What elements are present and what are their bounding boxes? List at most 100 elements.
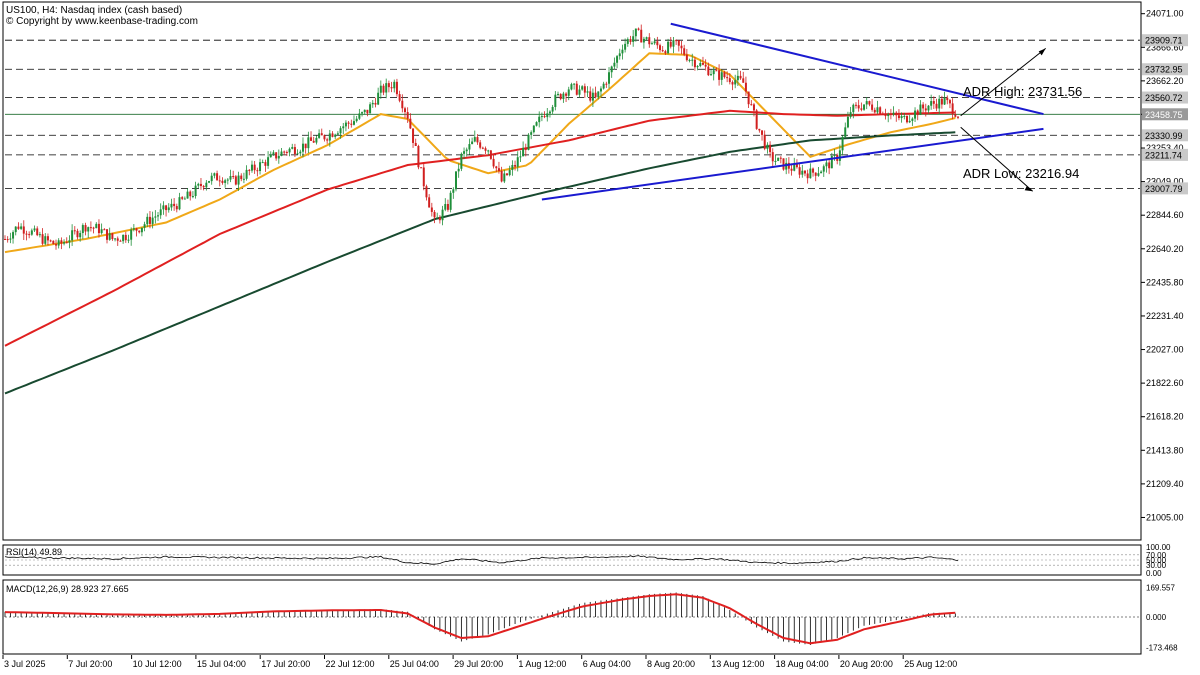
candle-body <box>591 92 594 101</box>
candle-body <box>871 104 874 110</box>
candle-body <box>758 128 761 131</box>
level-tag-label: 23732.95 <box>1145 65 1183 75</box>
candle-body <box>371 102 374 105</box>
candle-body <box>213 173 216 176</box>
candle-body <box>428 197 431 208</box>
candle-body <box>618 53 621 57</box>
candle-body <box>650 43 653 45</box>
time-tick-label: 15 Jul 04:00 <box>197 659 246 669</box>
candle-body <box>602 83 605 89</box>
candle-body <box>272 152 275 155</box>
candle-body <box>111 233 114 240</box>
candle-body <box>36 228 39 236</box>
candle-body <box>957 116 959 118</box>
candle-body <box>374 102 377 105</box>
macd-tick-label: 169.557 <box>1146 583 1175 592</box>
candle-body <box>465 149 468 152</box>
candle-body <box>20 226 23 229</box>
candle-body <box>519 156 522 158</box>
price-tick-label: 21005.00 <box>1146 512 1184 522</box>
candle-body <box>33 228 36 231</box>
candle-body <box>734 80 737 85</box>
candle-body <box>331 133 334 137</box>
candle-body <box>677 40 680 46</box>
price-axis: 24071.0023866.6023662.2023458.7523253.40… <box>1141 9 1184 522</box>
candle-body <box>790 168 793 171</box>
candle-body <box>481 147 484 149</box>
adr-high-arrow <box>960 47 1046 117</box>
candle-body <box>79 233 82 238</box>
candle-body <box>597 91 600 98</box>
candle-body <box>25 233 28 235</box>
candle-body <box>793 164 796 171</box>
candle-body <box>253 164 256 171</box>
candle-body <box>232 176 235 178</box>
candle-body <box>143 224 146 228</box>
candle-body <box>803 170 806 174</box>
candle-body <box>879 107 882 114</box>
candle-body <box>715 70 718 72</box>
time-tick-label: 29 Jul 20:00 <box>454 659 503 669</box>
candle-body <box>771 152 774 162</box>
candle-body <box>248 169 251 171</box>
candle-body <box>197 183 200 186</box>
candle-body <box>599 88 602 92</box>
candle-body <box>460 153 463 169</box>
candle-body <box>92 227 95 229</box>
candle-body <box>71 230 74 241</box>
candle-body <box>323 135 326 140</box>
candle-body <box>46 236 49 241</box>
candle-body <box>269 154 272 158</box>
candle-body <box>89 227 92 229</box>
level-tag-label: 23560.72 <box>1145 93 1183 103</box>
candle-body <box>132 228 135 230</box>
candle-body <box>908 120 911 123</box>
candle-body <box>122 234 125 242</box>
candle-body <box>712 70 715 75</box>
candle-body <box>398 94 401 101</box>
candle-body <box>932 101 935 104</box>
candle-body <box>865 101 868 105</box>
candle-body <box>524 147 527 150</box>
candle-body <box>616 56 619 63</box>
candle-body <box>887 113 890 117</box>
candle-body <box>449 192 452 210</box>
candle-body <box>664 51 667 54</box>
candle-body <box>833 155 836 157</box>
candle-body <box>691 59 694 61</box>
level-tags: 23909.71 23732.95 23560.72 23458.75 23330.99… <box>1142 34 1188 195</box>
candle-body <box>873 109 876 113</box>
candle-body <box>557 93 560 95</box>
candle-body <box>100 229 103 234</box>
candle-body <box>49 240 52 242</box>
candle-body <box>924 108 927 111</box>
candle-body <box>12 232 15 239</box>
candle-body <box>229 176 232 180</box>
candle-body <box>468 144 471 150</box>
candle-body <box>84 225 87 232</box>
candle-body <box>497 168 500 171</box>
candle-body <box>479 142 482 148</box>
candle-body <box>680 45 683 49</box>
time-tick-label: 25 Aug 12:00 <box>904 659 957 669</box>
macd-tick-label: -173.468 <box>1146 643 1178 652</box>
candle-body <box>127 239 130 241</box>
candle-body <box>825 162 828 167</box>
candle-body <box>130 229 133 240</box>
price-tick-label: 22231.40 <box>1146 311 1184 321</box>
time-tick-label: 6 Aug 04:00 <box>583 659 631 669</box>
candle-body <box>946 97 949 101</box>
level-tag-label: 23909.71 <box>1145 36 1183 46</box>
candle-body <box>809 168 812 179</box>
candle-body <box>438 217 441 221</box>
candle-body <box>860 108 863 110</box>
candle-body <box>304 143 307 149</box>
candle-body <box>183 198 186 200</box>
candle-body <box>905 115 908 123</box>
candle-body <box>68 240 71 243</box>
candle-body <box>954 114 957 117</box>
candle-body <box>562 93 565 100</box>
candle-body <box>441 209 444 221</box>
candle-body <box>240 175 243 180</box>
candle-body <box>911 118 914 121</box>
